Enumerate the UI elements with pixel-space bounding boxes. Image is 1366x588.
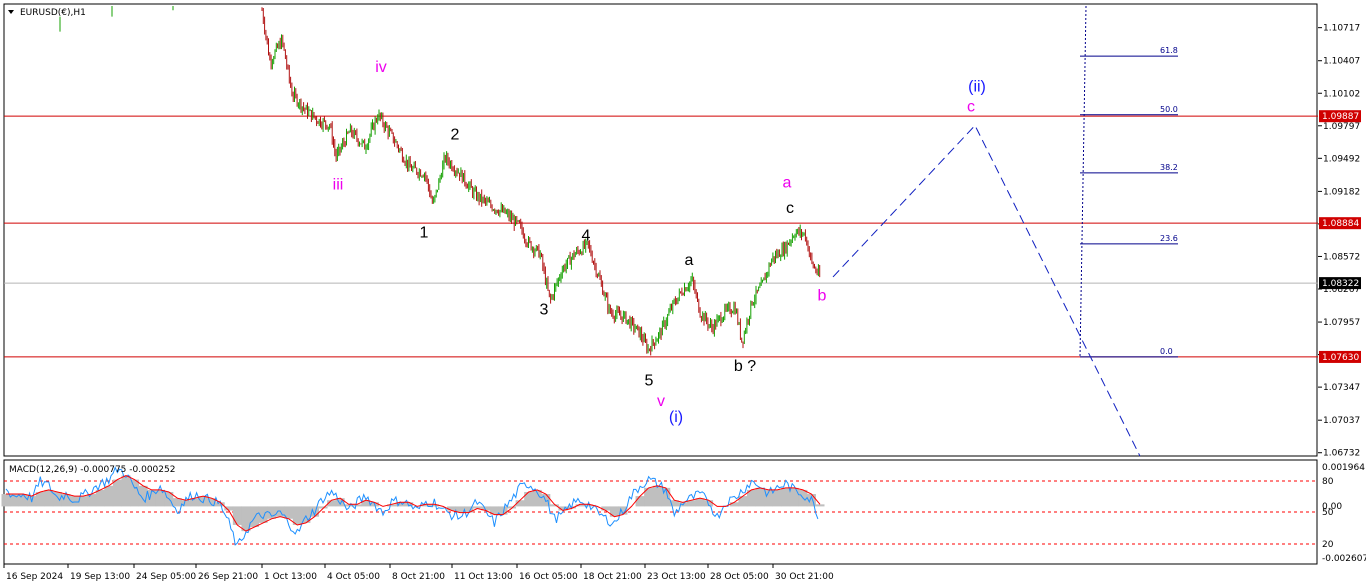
x-tick-label: 1 Oct 13:00 — [264, 572, 317, 582]
x-tick-label: 8 Oct 21:00 — [392, 572, 445, 582]
x-tick-label: 30 Oct 21:00 — [775, 572, 834, 582]
wave-label: iv — [375, 59, 387, 76]
macd-histogram-bar — [104, 485, 114, 507]
main-panel-frame — [3, 3, 1318, 457]
wave-label: 5 — [645, 373, 654, 390]
wave-label: a — [685, 252, 694, 269]
macd-histogram-bar — [232, 506, 242, 525]
macd-histogram-bar — [652, 485, 662, 507]
wave-label: 3 — [540, 301, 549, 318]
y-tick-label: 1.09492 — [1323, 154, 1360, 164]
y-tick-label: 1.10407 — [1323, 57, 1360, 67]
x-tick-label: 16 Sep 2024 — [6, 572, 63, 582]
wave-label: v — [657, 393, 665, 410]
macd-tick-label: 80 — [1322, 477, 1334, 487]
macd-histogram-bar — [112, 479, 122, 507]
y-tick-label: 1.09797 — [1323, 122, 1360, 132]
y-tick-label: 1.07037 — [1323, 416, 1360, 426]
macd-tick-label: 20 — [1322, 540, 1334, 550]
macd-histogram-bar — [87, 494, 97, 507]
macd-histogram-bar — [789, 487, 799, 507]
y-tick-label: 1.10717 — [1323, 24, 1360, 34]
x-tick-label: 11 Oct 13:00 — [454, 572, 513, 582]
macd-histogram-bar — [781, 487, 791, 507]
macd-histogram-bar — [181, 500, 191, 507]
level-price-label: 1.09887 — [1322, 112, 1359, 122]
fib-level-label: 50.0 — [1160, 105, 1178, 114]
macd-histogram-bar — [738, 496, 748, 507]
macd-histogram-bar — [267, 506, 277, 519]
wave-label: c — [786, 200, 794, 217]
x-tick-label: 23 Oct 13:00 — [647, 572, 706, 582]
macd-tick-label: 0.001964 — [1322, 463, 1365, 473]
x-tick-label: 24 Sep 05:00 — [136, 572, 196, 582]
fib-level-label: 61.8 — [1160, 46, 1178, 55]
wave-label: b ? — [734, 358, 756, 375]
level-price-label: 1.08884 — [1322, 219, 1359, 229]
level-price-label: 1.07630 — [1322, 353, 1359, 363]
macd-title: MACD(12,26,9) -0.000775 -0.000252 — [9, 465, 175, 475]
x-tick-label: 18 Oct 21:00 — [583, 572, 642, 582]
trading-chart[interactable]: 61.850.038.223.60.0iviii21 43a5v(i)b ?acb… — [0, 0, 1366, 588]
x-tick-label: 4 Oct 05:00 — [327, 572, 380, 582]
wave-label: a — [783, 174, 792, 191]
wave-label: (i) — [669, 409, 683, 426]
y-tick-label: 1.08572 — [1323, 252, 1360, 262]
macd-histogram-bar — [524, 491, 534, 507]
y-tick-label: 1.10102 — [1323, 89, 1360, 99]
y-tick-label: 1.06732 — [1323, 449, 1360, 459]
wave-label: 4 — [582, 228, 591, 245]
macd-tick-label: -0.002607 — [1322, 554, 1366, 564]
macd-histogram-bar — [815, 504, 825, 507]
fib-level-label: 0.0 — [1160, 347, 1173, 356]
x-tick-label: 28 Oct 05:00 — [710, 572, 769, 582]
macd-histogram-bar — [1, 494, 11, 507]
y-tick-label: 1.07347 — [1323, 383, 1360, 393]
macd-histogram-bar — [755, 487, 765, 507]
macd-histogram-bar — [35, 491, 45, 507]
chart-title: EURUSD(€),H1 — [20, 8, 86, 18]
macd-histogram-bar — [130, 479, 140, 507]
wave-label: c — [967, 99, 975, 116]
macd-histogram-bar — [121, 475, 131, 507]
macd-histogram-bar — [95, 489, 105, 507]
macd-histogram-bar — [772, 489, 782, 507]
x-tick-label: 26 Sep 21:00 — [198, 572, 258, 582]
wave-label: 1 — [420, 224, 429, 241]
y-tick-label: 1.09182 — [1323, 187, 1360, 197]
macd-histogram-bar — [609, 506, 619, 517]
macd-tick-label: 50 — [1322, 508, 1334, 518]
macd-histogram-bar — [61, 494, 71, 507]
wave-label: (ii) — [968, 78, 986, 95]
macd-histogram-bar — [635, 496, 645, 507]
x-tick-label: 16 Oct 05:00 — [519, 572, 578, 582]
x-tick-label: 19 Sep 13:00 — [70, 572, 130, 582]
wave-label: iii — [333, 176, 344, 193]
fib-level-label: 23.6 — [1160, 234, 1178, 243]
current-price-label: 1.08322 — [1322, 279, 1359, 289]
wave-label: b — [818, 287, 827, 304]
wave-label: 2 — [451, 126, 460, 143]
y-tick-label: 1.07957 — [1323, 318, 1360, 328]
fib-level-label: 38.2 — [1160, 163, 1178, 172]
